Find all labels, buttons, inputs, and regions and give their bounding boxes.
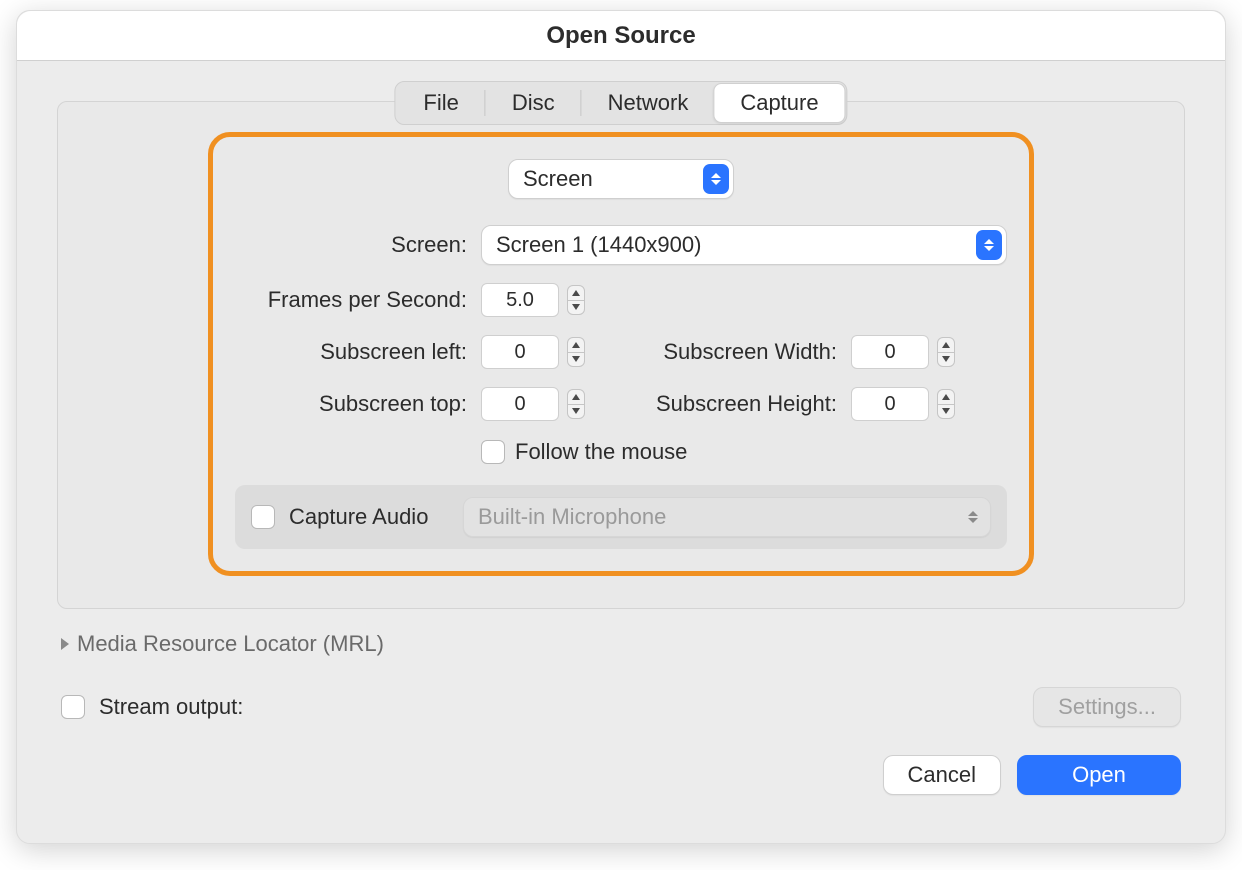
capture-audio-row: Capture Audio Built-in Microphone — [235, 485, 1007, 549]
stepper-up-icon[interactable] — [568, 390, 584, 405]
subscreen-top-input[interactable] — [481, 387, 559, 421]
subscreen-height-label: Subscreen Height: — [611, 391, 851, 417]
tab-disc[interactable]: Disc — [486, 84, 581, 122]
stepper-up-icon[interactable] — [568, 338, 584, 353]
mrl-disclosure[interactable]: Media Resource Locator (MRL) — [57, 631, 1185, 657]
tab-capture[interactable]: Capture — [713, 83, 845, 123]
audio-device-select[interactable]: Built-in Microphone — [463, 497, 991, 537]
screen-value: Screen 1 (1440x900) — [496, 232, 701, 258]
chevron-right-icon — [61, 638, 69, 650]
stepper-down-icon[interactable] — [568, 301, 584, 315]
subscreen-left-stepper[interactable] — [567, 337, 585, 367]
settings-button[interactable]: Settings... — [1033, 687, 1181, 727]
open-source-dialog: Open Source File Disc Network Capture Sc… — [16, 10, 1226, 844]
fps-input[interactable] — [481, 283, 559, 317]
subscreen-width-stepper[interactable] — [937, 337, 955, 367]
stepper-up-icon[interactable] — [568, 286, 584, 301]
cancel-button[interactable]: Cancel — [883, 755, 1001, 795]
tab-network[interactable]: Network — [582, 84, 715, 122]
subscreen-left-input[interactable] — [481, 335, 559, 369]
follow-mouse-checkbox[interactable] — [481, 440, 505, 464]
screen-select[interactable]: Screen 1 (1440x900) — [481, 225, 1007, 265]
capture-mode-value: Screen — [523, 166, 593, 192]
subscreen-height-input[interactable] — [851, 387, 929, 421]
stepper-down-icon[interactable] — [938, 353, 954, 367]
stepper-down-icon[interactable] — [938, 405, 954, 419]
stepper-down-icon[interactable] — [568, 405, 584, 419]
stepper-up-icon[interactable] — [938, 338, 954, 353]
updown-icon — [976, 230, 1002, 260]
tab-file[interactable]: File — [397, 84, 484, 122]
open-button[interactable]: Open — [1017, 755, 1181, 795]
stream-output-label: Stream output: — [99, 694, 243, 720]
dialog-content: File Disc Network Capture Screen Screen: — [17, 61, 1225, 843]
subscreen-left-label: Subscreen left: — [235, 339, 481, 365]
capture-audio-label: Capture Audio — [289, 504, 449, 530]
screen-label: Screen: — [235, 232, 481, 258]
fps-label: Frames per Second: — [235, 287, 481, 313]
subscreen-width-label: Subscreen Width: — [611, 339, 851, 365]
capture-audio-checkbox[interactable] — [251, 505, 275, 529]
highlight-box: Screen Screen: Screen 1 (1440x900) Frame… — [208, 132, 1034, 576]
audio-device-value: Built-in Microphone — [478, 504, 666, 530]
subscreen-height-stepper[interactable] — [937, 389, 955, 419]
source-tabbar: File Disc Network Capture — [394, 81, 847, 125]
capture-mode-select[interactable]: Screen — [508, 159, 734, 199]
stepper-down-icon[interactable] — [568, 353, 584, 367]
subscreen-top-label: Subscreen top: — [235, 391, 481, 417]
stream-output-checkbox[interactable] — [61, 695, 85, 719]
fps-stepper[interactable] — [567, 285, 585, 315]
updown-icon — [960, 502, 986, 532]
subscreen-width-input[interactable] — [851, 335, 929, 369]
capture-panel: Screen Screen: Screen 1 (1440x900) Frame… — [57, 101, 1185, 609]
stepper-up-icon[interactable] — [938, 390, 954, 405]
mrl-label: Media Resource Locator (MRL) — [77, 631, 384, 657]
window-title: Open Source — [17, 11, 1225, 61]
subscreen-top-stepper[interactable] — [567, 389, 585, 419]
updown-icon — [703, 164, 729, 194]
follow-mouse-label: Follow the mouse — [515, 439, 687, 465]
